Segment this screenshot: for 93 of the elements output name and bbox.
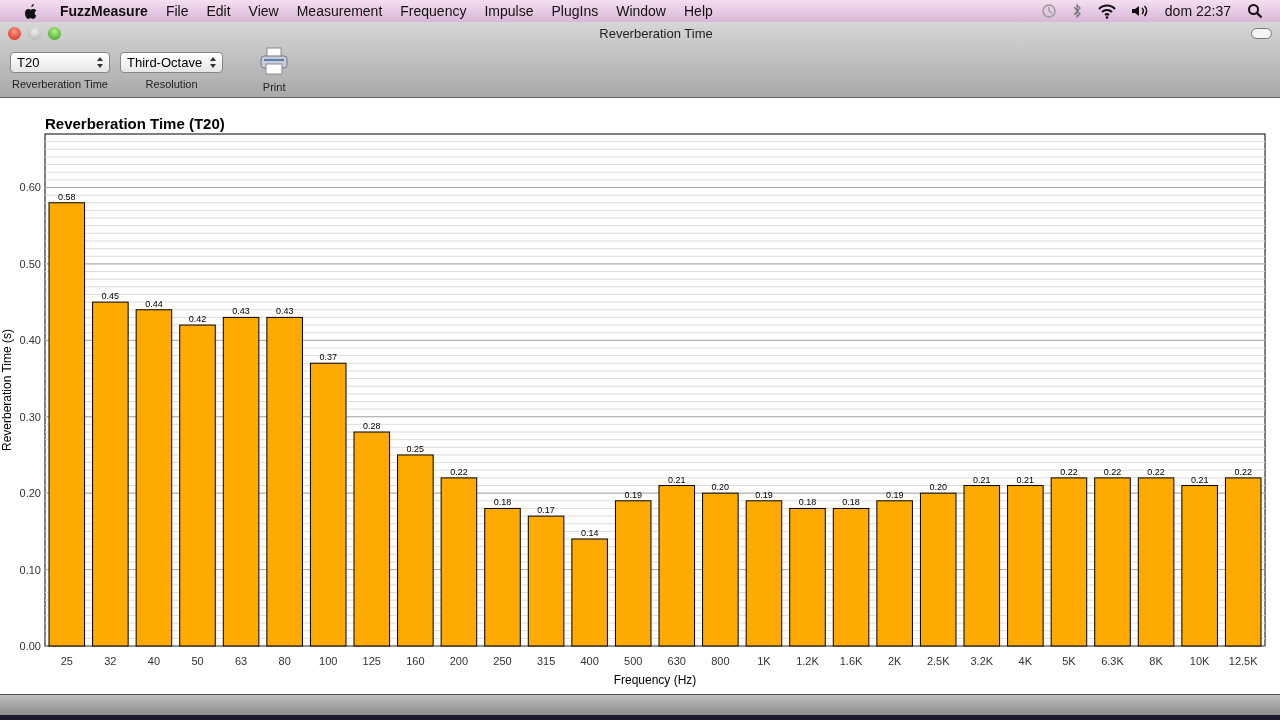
clock-icon[interactable] — [1040, 3, 1057, 19]
y-tick-label: 0.50 — [19, 257, 41, 270]
bar-value-label: 0.21 — [1016, 474, 1035, 485]
x-tick-label: 200 — [449, 655, 469, 667]
x-tick-label: 1K — [757, 655, 771, 667]
x-tick-label: 160 — [406, 655, 425, 667]
menu-item[interactable]: Window — [607, 3, 675, 19]
search-icon[interactable] — [1247, 3, 1263, 19]
bar-value-label: 0.19 — [755, 489, 773, 500]
x-tick-label: 80 — [278, 655, 291, 667]
y-tick-label: 0.10 — [19, 563, 41, 576]
y-tick-label: 0.00 — [19, 640, 41, 652]
bar-value-label: 0.37 — [319, 352, 337, 363]
y-tick-label: 0.20 — [19, 487, 41, 500]
bar-value-label: 0.22 — [1060, 466, 1078, 477]
updown-arrows-icon — [210, 57, 217, 68]
x-tick-label: 32 — [104, 655, 117, 667]
x-tick-label: 1.6K — [839, 655, 863, 667]
x-tick-label: 800 — [711, 655, 730, 667]
menu-item[interactable]: Help — [675, 3, 722, 19]
x-axis-title: Frequency (Hz) — [613, 673, 697, 687]
bar-value-label: 0.21 — [973, 474, 991, 485]
menu-item[interactable]: Frequency — [391, 3, 476, 19]
y-tick-label: 0.60 — [19, 181, 41, 194]
bar-value-label: 0.22 — [1147, 466, 1165, 477]
popup-button[interactable]: Third-Octave — [120, 52, 224, 73]
x-tick-label: 125 — [362, 655, 381, 667]
y-tick-label: 0.30 — [19, 410, 41, 423]
print-button[interactable]: Print — [262, 81, 286, 93]
x-tick-label: 40 — [147, 655, 161, 667]
popup-button[interactable]: T20 — [10, 52, 110, 73]
bar-value-label: 0.25 — [406, 443, 425, 454]
x-tick-label: 630 — [667, 655, 686, 667]
x-tick-label: 6.3K — [1101, 655, 1124, 667]
bar-value-label: 0.43 — [275, 306, 294, 317]
x-tick-label: 4K — [1018, 655, 1033, 667]
menu-item[interactable]: Measurement — [287, 3, 392, 19]
x-tick-label: 12.5K — [1228, 655, 1258, 667]
app-menu[interactable]: FuzzMeasure — [51, 3, 157, 19]
menu-item[interactable]: View — [239, 3, 288, 19]
x-tick-label: 2.5K — [926, 655, 950, 667]
x-tick-label: 63 — [234, 655, 248, 667]
menu-item[interactable]: Edit — [197, 3, 240, 19]
x-tick-label: 315 — [536, 655, 556, 667]
x-tick-label: 50 — [191, 655, 204, 667]
bar-value-label: 0.19 — [885, 489, 904, 500]
bar-value-label: 0.42 — [188, 314, 207, 325]
bar-value-label: 0.17 — [537, 505, 555, 516]
x-tick-label: 8K — [1149, 655, 1163, 667]
toolbar-label: Resolution — [145, 78, 198, 90]
bar-value-label: 0.22 — [1103, 466, 1122, 477]
y-tick-label: 0.40 — [19, 334, 41, 347]
wifi-icon[interactable] — [1096, 3, 1117, 19]
window-title: Reverberation Time — [598, 25, 714, 41]
bar-value-label: 0.22 — [450, 466, 468, 477]
bar-value-label: 0.14 — [580, 528, 599, 538]
toolbar-label: Reverberation Time — [12, 78, 108, 90]
bar-value-label: 0.20 — [929, 482, 947, 493]
apple-icon[interactable] — [23, 2, 39, 20]
toolbar-toggle-button[interactable] — [1251, 27, 1272, 39]
bar-value-label: 0.19 — [624, 489, 642, 500]
y-axis-title: Reverberation Time (s) — [0, 329, 14, 451]
close-button[interactable] — [8, 26, 21, 40]
bar-value-label: 0.58 — [58, 191, 76, 202]
bar-value-label: 0.18 — [798, 497, 817, 508]
x-tick-label: 100 — [319, 655, 338, 667]
menu-item[interactable]: PlugIns — [542, 3, 608, 19]
bar-value-label: 0.18 — [842, 497, 860, 508]
bar-value-label: 0.43 — [232, 306, 250, 317]
x-tick-label: 500 — [624, 655, 643, 667]
x-tick-label: 3.2K — [970, 655, 994, 667]
menu-clock[interactable]: dom 22:37 — [1155, 3, 1240, 19]
bar-value-label: 0.44 — [145, 298, 163, 309]
volume-icon[interactable] — [1130, 3, 1149, 19]
x-tick-label: 10K — [1189, 655, 1210, 667]
x-tick-label: 250 — [493, 655, 512, 667]
chart-title: Reverberation Time (T20) — [45, 115, 225, 132]
x-tick-label: 400 — [580, 655, 599, 667]
bar-value-label: 0.21 — [668, 474, 686, 485]
updown-arrows-icon — [97, 57, 103, 68]
x-tick-label: 5K — [1062, 655, 1076, 667]
bar-value-label: 0.20 — [711, 482, 730, 493]
bar-value-label: 0.28 — [363, 421, 381, 432]
x-tick-label: 2K — [887, 655, 902, 667]
x-tick-label: 1.2K — [796, 655, 819, 667]
printer-icon[interactable] — [259, 46, 290, 76]
bar-value-label: 0.22 — [1234, 466, 1252, 477]
bar-value-label: 0.18 — [493, 497, 512, 508]
bar-value-label: 0.21 — [1190, 474, 1209, 485]
menu-item[interactable]: Impulse — [475, 3, 543, 19]
menu-item[interactable]: File — [156, 3, 198, 19]
bar-value-label: 0.45 — [101, 291, 120, 302]
x-tick-label: 25 — [60, 655, 73, 667]
